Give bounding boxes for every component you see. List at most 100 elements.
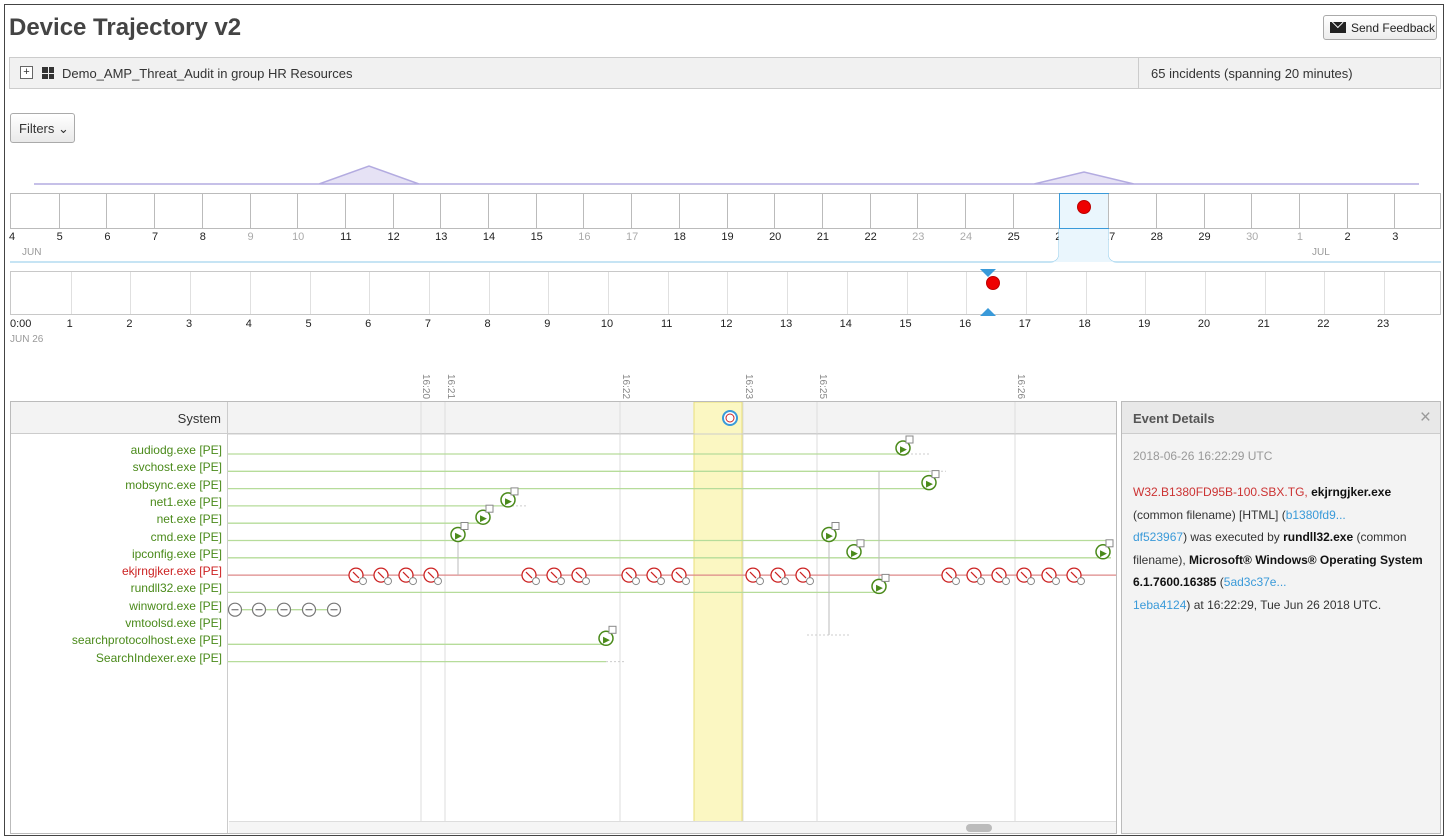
hour-cell-divider (608, 272, 609, 314)
hour-label: 19 (1138, 318, 1151, 330)
day-cell-divider (201, 194, 203, 228)
hour-cell-divider (309, 272, 311, 314)
badge-icon (682, 577, 690, 586)
device-bar: + Demo_AMP_Threat_Audit in group HR Reso… (9, 57, 1441, 89)
day-cell-divider (58, 194, 60, 228)
desc-text: ) was executed by (1183, 530, 1284, 544)
system-event-icon[interactable] (722, 410, 738, 426)
day-cell-divider (726, 194, 728, 228)
day-cell-divider (1394, 194, 1396, 228)
badge-icon (977, 577, 985, 586)
file-icon (510, 487, 519, 496)
hour-cell-divider (1145, 272, 1147, 314)
svg-text:▶: ▶ (505, 496, 512, 506)
time-mark-label: 16:22 (620, 374, 631, 400)
day-cell-divider (774, 194, 776, 228)
badge-icon (582, 577, 590, 586)
expand-icon[interactable]: + (20, 66, 33, 79)
day-cell-divider (869, 194, 871, 228)
event-details-header: Event Details × (1122, 402, 1440, 434)
hour-cell-divider (1025, 272, 1027, 314)
hour-label: 17 (1018, 318, 1032, 330)
event-dot[interactable] (986, 276, 1000, 290)
day-cell-divider (488, 194, 489, 228)
day-cell-divider (821, 194, 823, 228)
file-icon (460, 522, 469, 530)
hour-cell-divider (488, 272, 490, 314)
hour-timeline[interactable] (10, 271, 1441, 315)
time-mark-label: 16:25 (817, 374, 828, 400)
divider (1138, 58, 1139, 88)
hour-cell-divider (787, 272, 789, 314)
hour-label: 2 (126, 318, 133, 330)
event-details-title: Event Details (1133, 411, 1215, 426)
desc-text: ) at 16:22:29, Tue Jun 26 2018 UTC. (1186, 597, 1382, 612)
time-mark-label: 16:23 (743, 374, 754, 400)
hour-label: 3 (186, 318, 193, 330)
svg-text:▶: ▶ (851, 548, 858, 558)
day-cell-divider (535, 194, 537, 228)
close-icon[interactable]: × (1420, 407, 1431, 429)
hour-cell-divider (190, 272, 192, 314)
trajectory-canvas[interactable]: ▶ ▶ ▶ ▶ ▶ ▶ ▶ ▶ ▶ ▶ (11, 402, 1117, 834)
hour-cell-divider (906, 272, 908, 314)
day-cell-divider (678, 194, 680, 228)
hour-cell-divider (727, 272, 729, 314)
hour-label: 5 (305, 318, 312, 330)
event-details-panel: Event Details × 2018-06-26 16:22:29 UTC … (1121, 401, 1441, 834)
hour-cell-divider (966, 272, 968, 314)
svg-text:▶: ▶ (455, 531, 462, 541)
svg-text:▶: ▶ (1100, 548, 1107, 558)
badge-icon (1002, 577, 1010, 586)
hour-label: 12 (720, 318, 733, 330)
scrollbar-thumb[interactable] (966, 824, 992, 832)
hour-cell-divider (1205, 272, 1206, 314)
activity-sparkline (34, 165, 1419, 185)
day-cell-divider (965, 194, 966, 228)
day-cell-divider (1108, 194, 1110, 228)
day-cell-divider (631, 194, 633, 228)
send-feedback-button[interactable]: Send Feedback (1323, 15, 1437, 40)
day-timeline[interactable] (10, 193, 1441, 229)
day-cell-divider (583, 194, 585, 228)
detection-name[interactable]: W32.B1380FD95B-100.SBX.TG, (1133, 485, 1308, 499)
horizontal-scrollbar[interactable] (229, 821, 1116, 833)
windows-icon (42, 67, 54, 79)
svg-text:▶: ▶ (480, 513, 487, 523)
day-event-dot[interactable] (1077, 200, 1092, 214)
file-icon (608, 625, 617, 634)
badge-icon (434, 577, 442, 586)
hour-label: 13 (779, 318, 793, 330)
badge-icon (781, 577, 789, 586)
selected-day-cell[interactable] (1059, 193, 1110, 229)
badge-icon (409, 577, 417, 586)
hour-label: 8 (484, 318, 491, 330)
hour-cell-divider (1264, 272, 1266, 314)
parent-name: rundll32.exe (1283, 530, 1354, 544)
event-timestamp: 2018-06-26 16:22:29 UTC (1133, 449, 1273, 463)
file-name: ekjrngjker.exe (1311, 485, 1392, 499)
hour-cell-divider (846, 272, 848, 314)
day-cell-divider (1298, 194, 1300, 228)
badge-icon (532, 577, 540, 586)
hour-date-label: JUN 26 (10, 334, 44, 345)
hour-label: 4 (245, 318, 252, 330)
hour-marker[interactable] (978, 267, 998, 319)
svg-text:▶: ▶ (876, 582, 883, 592)
badge-icon (657, 577, 665, 586)
hour-cell-divider (428, 272, 430, 314)
time-mark-label: 16:20 (420, 374, 431, 400)
svg-text:▶: ▶ (826, 531, 833, 541)
day-cell-divider (1012, 194, 1014, 228)
hour-cell-divider (70, 272, 72, 314)
file-icon (856, 539, 865, 548)
badge-icon (557, 577, 565, 586)
file-icon (931, 470, 940, 479)
hour-label: 6 (365, 318, 372, 330)
device-name[interactable]: Demo_AMP_Threat_Audit in group HR Resour… (62, 66, 352, 81)
filters-dropdown[interactable]: Filters ⌄ (10, 113, 75, 143)
day-cell-divider (154, 194, 156, 228)
file-icon (485, 504, 494, 513)
hour-cell-divider (1085, 272, 1087, 314)
day-cell-divider (1155, 194, 1157, 228)
